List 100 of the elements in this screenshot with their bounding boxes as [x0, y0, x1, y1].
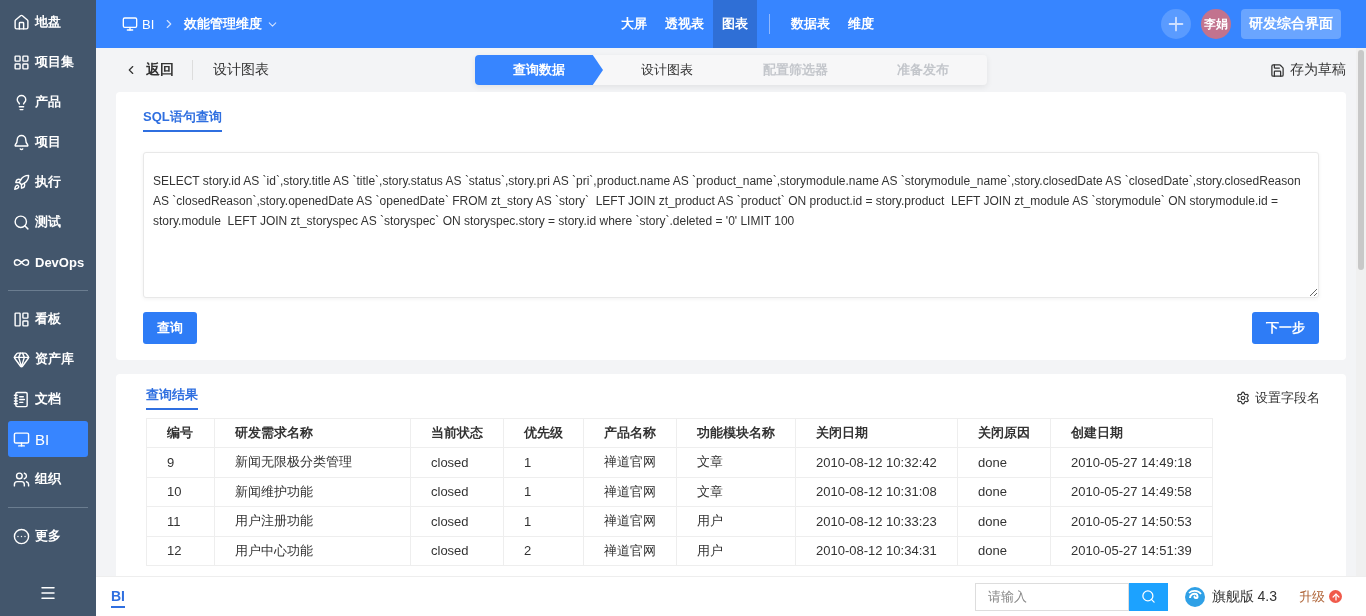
sidebar-item[interactable]: DevOps: [8, 244, 88, 280]
query-button[interactable]: 查询: [143, 312, 197, 344]
column-header: 功能模块名称: [676, 418, 796, 448]
search-field[interactable]: 请输入: [974, 582, 1129, 611]
workspace-button[interactable]: 研发综合界面: [1241, 9, 1341, 39]
sidebar-item[interactable]: 执行: [8, 164, 88, 200]
table-cell: 禅道官网: [583, 536, 677, 566]
sidebar-item[interactable]: 项目集: [8, 44, 88, 80]
table-cell: 用户: [676, 506, 796, 536]
save-draft-button[interactable]: 存为草稿: [1270, 61, 1346, 79]
nav-tab[interactable]: 维度: [839, 0, 883, 48]
table-cell: done: [957, 477, 1051, 507]
module-name[interactable]: BI: [142, 16, 155, 32]
column-header: 关闭原因: [957, 418, 1051, 448]
home-icon: [13, 13, 30, 31]
column-header: 研发需求名称: [214, 418, 411, 448]
monitor-icon: [13, 430, 30, 448]
sidebar-item[interactable]: 看板: [8, 301, 88, 337]
table-cell: 2: [503, 536, 584, 566]
sidebar-item[interactable]: 文档: [8, 381, 88, 417]
rocket-icon: [13, 173, 30, 191]
table-cell: 禅道官网: [583, 477, 677, 507]
table-cell: 文章: [676, 447, 796, 477]
table-cell: 用户中心功能: [214, 536, 411, 566]
table-cell: 2010-08-12 10:31:08: [795, 477, 958, 507]
table-cell: 1: [503, 506, 584, 536]
search-icon: [1140, 589, 1156, 604]
more-icon: [13, 527, 30, 545]
layout-icon: [13, 310, 30, 328]
table-cell: done: [957, 536, 1051, 566]
table-cell: 9: [146, 447, 215, 477]
column-header: 创建日期: [1050, 418, 1213, 448]
table-cell: 文章: [676, 477, 796, 507]
table-cell: done: [957, 506, 1051, 536]
table-cell: 10: [146, 477, 215, 507]
step-tab[interactable]: 查询数据: [475, 55, 603, 85]
table-cell: done: [957, 447, 1051, 477]
menu-icon[interactable]: [39, 584, 57, 602]
settings-icon: [1236, 391, 1250, 405]
field-names-button[interactable]: 设置字段名: [1236, 389, 1320, 407]
table-cell: 2010-05-27 14:49:18: [1050, 447, 1213, 477]
save-icon: [1270, 62, 1285, 78]
sidebar-item[interactable]: 测试: [8, 204, 88, 240]
dimension-dropdown[interactable]: 效能管理维度: [184, 15, 263, 33]
nav-tab[interactable]: 大屏: [612, 0, 656, 48]
page-title: 设计图表: [213, 61, 269, 79]
table-cell: 12: [146, 536, 215, 566]
column-header: 当前状态: [410, 418, 504, 448]
sidebar-item[interactable]: BI: [8, 421, 88, 457]
column-header: 优先级: [503, 418, 584, 448]
swirl-logo-icon: [1183, 585, 1206, 608]
gem-icon: [13, 350, 30, 368]
search-icon: [13, 213, 30, 231]
sidebar-item[interactable]: 产品: [8, 84, 88, 120]
users-icon: [13, 470, 30, 488]
table-cell: 禅道官网: [583, 447, 677, 477]
table-cell: 2010-08-12 10:32:42: [795, 447, 958, 477]
table-cell: 2010-05-27 14:50:53: [1050, 506, 1213, 536]
table-cell: 用户: [676, 536, 796, 566]
user-avatar[interactable]: 李娟: [1201, 9, 1231, 39]
next-button[interactable]: 下一步: [1252, 312, 1319, 344]
table-cell: 2010-05-27 14:51:39: [1050, 536, 1213, 566]
back-button[interactable]: 返回: [116, 61, 174, 79]
table-cell: 用户注册功能: [214, 506, 411, 536]
table-cell: 1: [503, 477, 584, 507]
add-button[interactable]: [1161, 9, 1191, 39]
table-cell: 2010-08-12 10:34:31: [795, 536, 958, 566]
search-button[interactable]: [1128, 582, 1168, 611]
table-cell: closed: [410, 477, 504, 507]
column-header: 关闭日期: [795, 418, 958, 448]
nav-tab[interactable]: 数据表: [782, 0, 839, 48]
footer-tab[interactable]: BI: [111, 585, 125, 608]
table-cell: 2010-08-12 10:33:23: [795, 506, 958, 536]
nav-tab[interactable]: 透视表: [656, 0, 713, 48]
table-cell: 11: [146, 506, 215, 536]
grid-icon: [13, 53, 30, 71]
step-tab[interactable]: 设计图表: [603, 55, 731, 85]
column-header: 编号: [146, 418, 215, 448]
nav-tab[interactable]: 图表: [713, 0, 757, 48]
table-cell: 2010-05-27 14:49:58: [1050, 477, 1213, 507]
sql-editor[interactable]: SELECT story.id AS `id`,story.title AS `title`,story.status AS `status`,story.pri AS `pri`,product.name AS `product_name`,storymodule.name AS `storymodule_name`,story.closedDate AS `closedDate`,story.closedReason AS `closedReason`,story.openedDate AS `openedDate` FROM zt_story AS `story` LEFT JOIN zt_product AS `product` ON product.id = story.product LEFT JOIN zt_module AS `storymodule` ON storymodule.id = story.module LEFT JOIN zt_storyspec AS `storyspec` ON storyspec.story = story.id where `story`.deleted = '0' LIMIT 100: [143, 152, 1319, 298]
card-tab[interactable]: SQL语句查询: [143, 108, 222, 132]
table-cell: 新闻维护功能: [214, 477, 411, 507]
card-tab[interactable]: 查询结果: [146, 386, 198, 410]
table-cell: closed: [410, 506, 504, 536]
table-cell: 禅道官网: [583, 506, 677, 536]
table-cell: 1: [503, 447, 584, 477]
upgrade-link[interactable]: 升级: [1299, 587, 1342, 606]
sidebar-item[interactable]: 更多: [8, 518, 88, 554]
edition-label: 旗舰版 4.3: [1211, 587, 1277, 606]
table-cell: 新闻无限极分类管理: [214, 447, 411, 477]
notebook-icon: [13, 390, 30, 408]
table-cell: closed: [410, 447, 504, 477]
sidebar-item[interactable]: 地盘: [8, 4, 88, 40]
column-header: 产品名称: [583, 418, 677, 448]
monitor-icon: [122, 16, 138, 32]
sidebar-item[interactable]: 项目: [8, 124, 88, 160]
sidebar-item[interactable]: 组织: [8, 461, 88, 497]
table-cell: closed: [410, 536, 504, 566]
sidebar-item[interactable]: 资产库: [8, 341, 88, 377]
